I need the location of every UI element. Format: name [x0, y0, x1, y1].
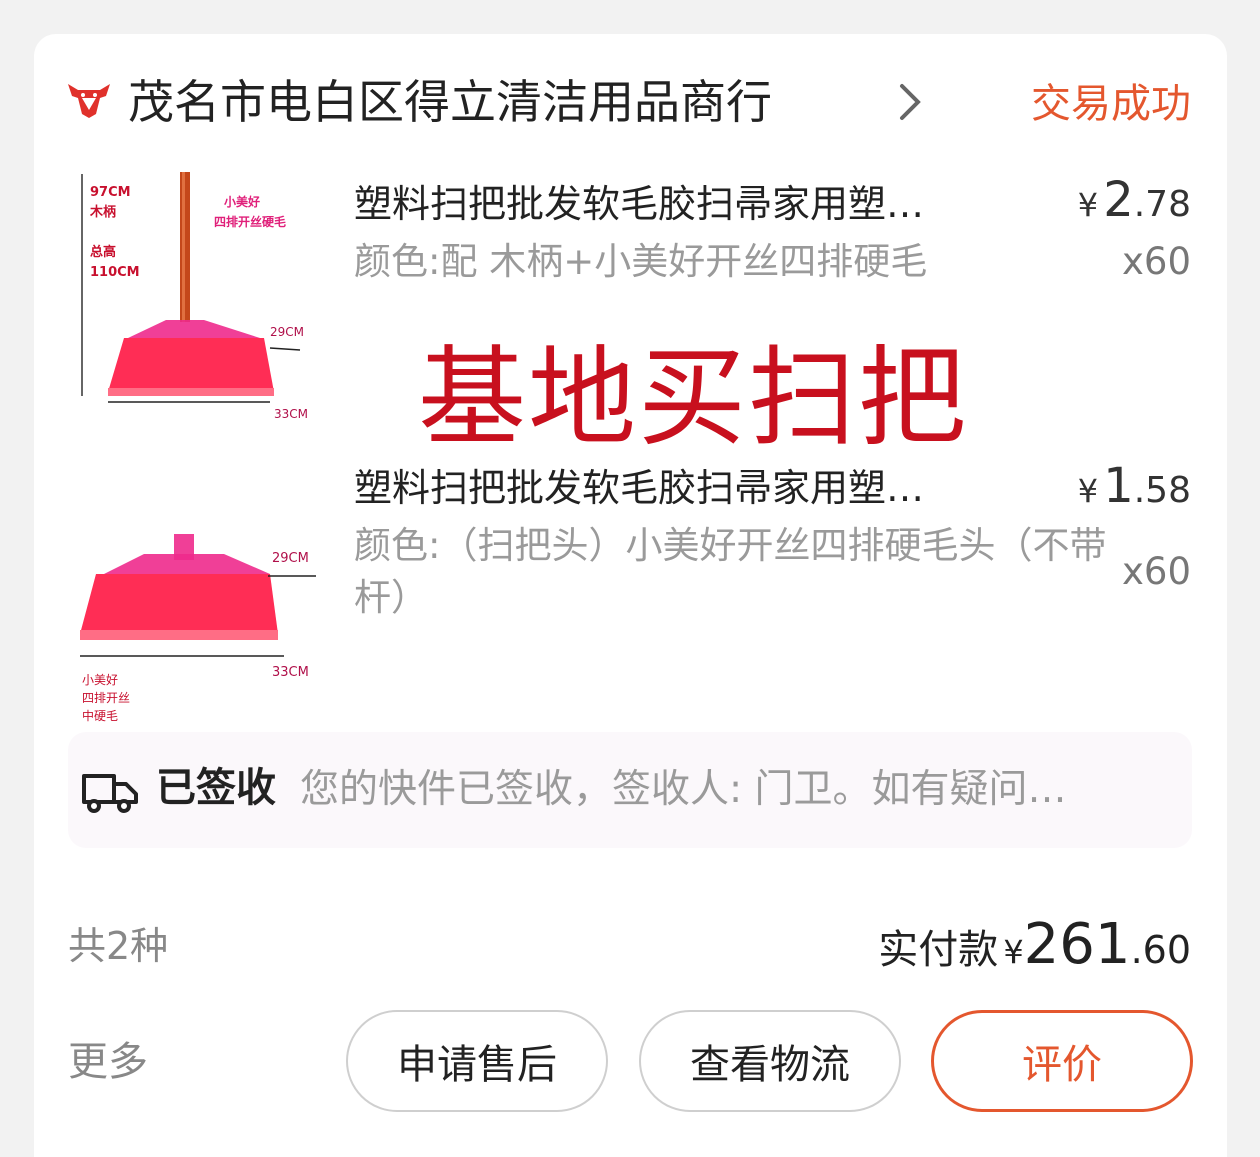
image-label: 四排开丝硬毛 — [214, 214, 286, 229]
logistics-panel[interactable]: 已签收 您的快件已签收，签收人: 门卫。如有疑问… — [68, 732, 1192, 848]
paid-amount: 实付款 ¥261.60 — [878, 912, 1191, 977]
currency-symbol: ¥ — [1003, 933, 1024, 971]
shop-name[interactable]: 茂名市电白区得立清洁用品商行 — [128, 72, 772, 132]
paid-integer: 261 — [1023, 912, 1131, 977]
product-price: ¥ 1.58 — [1078, 458, 1191, 514]
product-price: ¥ 2.78 — [1078, 172, 1191, 228]
product-quantity: x60 — [1122, 240, 1191, 283]
paid-decimal: .60 — [1130, 928, 1191, 972]
image-label: 小美好 — [224, 194, 260, 209]
review-button[interactable]: 评价 — [931, 1010, 1193, 1112]
more-button[interactable]: 更多 — [68, 1034, 148, 1090]
product-image-broom-with-handle[interactable]: 97CM 木柄 总高 110CM 小美好 四排开丝硬毛 29CM 33CM — [74, 170, 324, 420]
image-label: 29CM — [272, 551, 309, 566]
image-label: 29CM — [270, 325, 304, 339]
price-decimal: .78 — [1133, 184, 1191, 225]
order-card[interactable]: 茂名市电白区得立清洁用品商行 交易成功 97CM 木柄 总高 110CM 小美好… — [34, 34, 1227, 1157]
image-label: 小美好 — [82, 673, 118, 687]
price-integer: 2 — [1103, 172, 1134, 228]
image-label: 木柄 — [89, 204, 116, 220]
price-integer: 1 — [1103, 458, 1134, 514]
price-decimal: .58 — [1133, 470, 1191, 511]
logistics-status: 已签收 — [156, 765, 276, 811]
image-label: 中硬毛 — [82, 708, 118, 723]
view-logistics-button[interactable]: 查看物流 — [639, 1010, 901, 1112]
chevron-right-icon[interactable] — [896, 80, 924, 124]
item-kinds-count: 共2种 — [68, 924, 169, 968]
product-spec: 颜色:（扫把头）小美好开丝四排硬毛头（不带杆） — [354, 524, 1107, 619]
after-sale-button[interactable]: 申请售后 — [346, 1010, 608, 1112]
image-label: 97CM — [90, 185, 131, 200]
product-spec: 颜色:配 木柄+小美好开丝四排硬毛 — [354, 240, 928, 283]
product-quantity: x60 — [1122, 550, 1191, 593]
watermark-text: 基地买扫把 — [418, 336, 969, 461]
paid-label: 实付款 — [878, 927, 999, 973]
image-label: 总高 — [90, 244, 116, 260]
product-image-broom-head[interactable]: 29CM 33CM 小美好 四排开丝 中硬毛 — [74, 504, 324, 754]
image-label: 四排开丝 — [82, 691, 130, 705]
image-label: 33CM — [272, 665, 309, 680]
currency-symbol: ¥ — [1077, 186, 1099, 224]
image-label: 110CM — [90, 265, 140, 280]
image-label: 33CM — [274, 407, 308, 420]
product-title[interactable]: 塑料扫把批发软毛胶扫帚家用塑… — [354, 178, 1034, 230]
order-status: 交易成功 — [1031, 81, 1191, 127]
logistics-detail: 您的快件已签收，签收人: 门卫。如有疑问… — [300, 767, 1067, 812]
truck-icon — [82, 774, 138, 813]
shop-logo-icon — [68, 84, 110, 118]
product-title[interactable]: 塑料扫把批发软毛胶扫帚家用塑… — [354, 462, 1034, 514]
currency-symbol: ¥ — [1077, 472, 1099, 510]
